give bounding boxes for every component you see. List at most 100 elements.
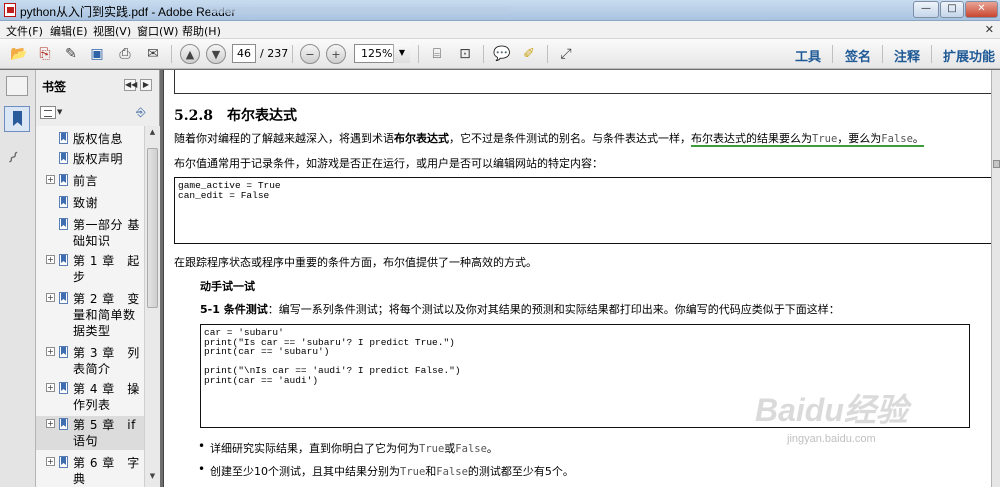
bookmark-label: 第 3 章 列表简介	[73, 346, 140, 376]
bookmark-label: 版权信息	[73, 132, 124, 146]
maximize-button[interactable]: □	[940, 1, 964, 18]
pdf-page: 5.2.8 布尔表达式 随着你对编程的了解越来越深入，将遇到术语布尔表达式，它不过…	[163, 70, 991, 487]
scroll-down-icon[interactable]: ▼	[147, 472, 158, 484]
menu-file[interactable]: 文件(F)	[6, 23, 43, 39]
text: ，要么为	[837, 132, 882, 145]
bookmark-icon	[59, 292, 68, 304]
sign-link[interactable]: 签名	[845, 46, 871, 65]
fit-page-icon[interactable]: ⌸	[426, 43, 448, 65]
bookmarks-icon[interactable]	[4, 106, 30, 132]
expand-icon[interactable]: +	[46, 347, 55, 356]
page-total: / 237	[260, 47, 289, 60]
bookmark-item[interactable]: + 第 2 章 变量和简单数据类型	[36, 290, 144, 340]
create-pdf-icon[interactable]: ⎘	[34, 43, 56, 65]
bookmark-icon	[59, 254, 68, 266]
highlight-icon[interactable]: ✐	[518, 43, 540, 65]
edit-icon[interactable]: ✎	[60, 43, 82, 65]
bookmark-item[interactable]: 版权声明	[36, 150, 144, 170]
expand-icon[interactable]: +	[46, 383, 55, 392]
text: 。	[912, 132, 924, 145]
try-it-heading: 动手试一试	[200, 280, 255, 293]
expand-icon[interactable]: +	[46, 419, 55, 428]
expand-icon[interactable]: +	[46, 293, 55, 302]
minimize-button[interactable]: —	[913, 1, 939, 18]
find-bookmark-icon[interactable]: ⎆	[136, 105, 150, 120]
extended-link[interactable]: 扩展功能	[943, 46, 995, 65]
bookmark-item[interactable]: 致谢	[36, 194, 144, 214]
save-icon[interactable]: ▣	[86, 43, 108, 65]
fullscreen-icon[interactable]: ⤢	[555, 43, 577, 65]
bookmark-icon	[59, 218, 68, 230]
bookmark-icon	[59, 174, 68, 186]
open-file-icon[interactable]: 📂	[8, 43, 30, 65]
toolbar-separator	[547, 45, 548, 63]
scroll-up-icon[interactable]: ▲	[147, 128, 158, 140]
bookmark-item[interactable]: + 第 4 章 操作列表	[36, 380, 144, 414]
attachments-icon[interactable]: ⌇	[4, 148, 22, 168]
bookmark-item[interactable]: + 前言	[36, 172, 144, 192]
bookmark-icon	[59, 382, 68, 394]
next-page-icon[interactable]: ▼	[206, 44, 226, 64]
menu-window[interactable]: 窗口(W)	[137, 23, 178, 39]
bookmark-label: 前言	[73, 174, 99, 188]
bookmark-label: 第一部分 基础知识	[73, 218, 140, 248]
scroll-thumb[interactable]	[993, 160, 1000, 168]
options-dropdown-icon[interactable]: ▼	[57, 108, 62, 116]
code-true: True	[812, 133, 838, 145]
close-document-icon[interactable]: ✕	[985, 23, 994, 36]
bookmark-label: 致谢	[73, 196, 99, 210]
bookmark-icon	[59, 346, 68, 358]
comment-icon[interactable]: 💬	[491, 43, 513, 65]
menu-help[interactable]: 帮助(H)	[182, 23, 221, 39]
expand-icon[interactable]: +	[46, 175, 55, 184]
paragraph-tracking-state: 在跟踪程序状态或程序中重要的条件方面，布尔值提供了一种高效的方式。	[174, 256, 537, 269]
expand-icon[interactable]: +	[46, 457, 55, 466]
text: 。	[486, 442, 498, 455]
bookmark-item-selected[interactable]: + 第 5 章 if 语句	[36, 416, 144, 450]
text: 或	[444, 442, 456, 455]
panel-menu-icon[interactable]: ▶	[140, 79, 152, 91]
print-icon[interactable]: ⎙	[114, 43, 136, 65]
page-thumbnails-button[interactable]	[6, 76, 28, 96]
toolbar-separator	[171, 45, 172, 63]
bookmark-item[interactable]: 第一部分 基础知识	[36, 216, 144, 250]
bookmark-item[interactable]: + 第 6 章 字典	[36, 454, 144, 487]
bookmarks-title: 书签	[42, 80, 67, 94]
pdf-app-icon	[4, 3, 16, 17]
tools-link[interactable]: 工具	[795, 46, 821, 65]
document-scrollbar[interactable]	[991, 70, 1000, 487]
comment-link[interactable]: 注释	[894, 46, 920, 65]
menu-edit[interactable]: 编辑(E)	[50, 23, 88, 39]
underlined-text: 布尔表达式的结果要么为True，要么为False。	[691, 132, 924, 147]
bookmark-item[interactable]: + 第 3 章 列表简介	[36, 344, 144, 378]
zoom-out-icon[interactable]: −	[300, 44, 320, 64]
zoom-dropdown-icon[interactable]: ▼	[393, 44, 410, 63]
code-false: False	[881, 133, 913, 145]
close-window-button[interactable]: ✕	[965, 1, 998, 18]
bookmarks-scrollbar[interactable]: ▲ ▼	[144, 126, 160, 487]
page-number-input[interactable]: 46	[232, 44, 256, 63]
code-block-exercise: car = 'subaru' print("Is car == 'subaru'…	[200, 324, 970, 428]
bookmark-item[interactable]: 版权信息	[36, 130, 144, 150]
collapse-panel-icon[interactable]: ◀◀	[124, 79, 137, 91]
bookmarks-list: 版权信息 版权声明 + 前言 致谢 第一部分 基础知识 + 第 1 章 起步 +…	[36, 126, 144, 487]
previous-code-box	[174, 70, 991, 94]
email-icon[interactable]: ✉	[142, 43, 164, 65]
menu-view[interactable]: 视图(V)	[93, 23, 131, 39]
navigation-pane: ⌇	[0, 70, 36, 487]
previous-page-icon[interactable]: ▲	[180, 44, 200, 64]
section-heading: 5.2.8 布尔表达式	[174, 105, 297, 125]
window-title: python从入门到实践.pdf - Adobe Reader	[20, 5, 236, 19]
scroll-thumb[interactable]	[147, 148, 158, 308]
options-icon[interactable]	[40, 106, 56, 119]
bookmarks-toolbar: ▼ ⎆	[36, 102, 160, 122]
text: 创建至少10个测试，且其中结果分别为	[210, 465, 400, 478]
bookmark-label: 第 4 章 操作列表	[73, 382, 140, 412]
title-bar: python从入门到实践.pdf - Adobe Reader — □ ✕	[0, 0, 1000, 21]
code-block-boolean: game_active = True can_edit = False	[174, 177, 991, 244]
zoom-in-icon[interactable]: +	[326, 44, 346, 64]
fit-width-icon[interactable]: ⊡	[454, 43, 476, 65]
bookmark-item[interactable]: + 第 1 章 起步	[36, 252, 144, 286]
expand-icon[interactable]: +	[46, 255, 55, 264]
bookmark-label: 第 5 章 if 语句	[73, 418, 136, 448]
